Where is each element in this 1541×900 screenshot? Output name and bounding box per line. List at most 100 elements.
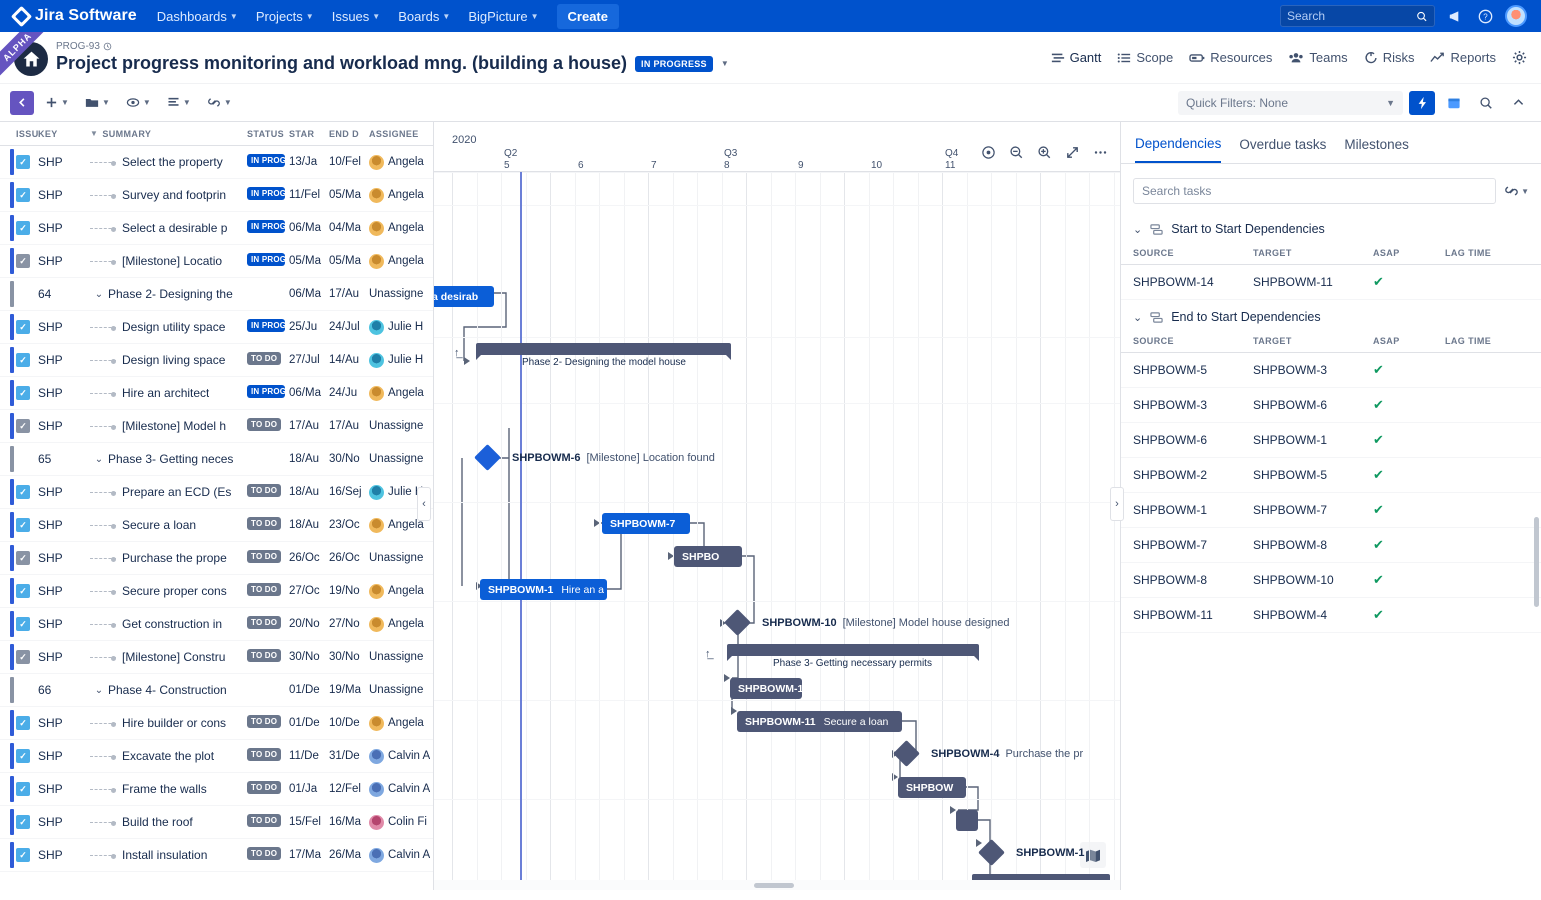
row-end-date[interactable]: 31/De bbox=[329, 750, 369, 762]
table-row[interactable]: ✓ SHP Purchase the prope TO DO 26/Oc 26/Oc Una… bbox=[0, 542, 433, 575]
row-summary-cell[interactable]: Survey and footprin bbox=[90, 188, 247, 202]
row-key[interactable]: SHP bbox=[38, 386, 90, 400]
row-assignee[interactable]: Angela bbox=[369, 154, 433, 170]
expand-dependencies-handle[interactable]: › bbox=[1110, 487, 1124, 521]
row-start-date[interactable]: 06/Ma bbox=[289, 387, 329, 399]
row-end-date[interactable]: 23/Oc bbox=[329, 519, 369, 531]
row-key[interactable]: SHP bbox=[38, 221, 90, 235]
row-summary-cell[interactable]: Hire builder or cons bbox=[90, 716, 247, 730]
row-assignee[interactable]: Angela bbox=[369, 583, 433, 599]
tab-resources[interactable]: Resources bbox=[1189, 50, 1272, 65]
dependency-row[interactable]: SHPBOWM-1 SHPBOWM-7 ✔ bbox=[1121, 492, 1541, 528]
row-status-cell[interactable]: TO DO bbox=[247, 847, 289, 863]
row-start-date[interactable]: 27/Oc bbox=[289, 585, 329, 597]
dependency-col-source[interactable]: SOURCE bbox=[1121, 330, 1241, 353]
table-row[interactable]: ✓ SHP Install insulation TO DO 17/Ma 26/Ma Cal… bbox=[0, 839, 433, 872]
table-row[interactable]: ✓ SHP [Milestone] Constru TO DO 30/No 30/No Un… bbox=[0, 641, 433, 674]
row-start-date[interactable]: 30/No bbox=[289, 651, 329, 663]
row-status-cell[interactable]: IN PROG bbox=[247, 187, 289, 203]
table-row[interactable]: ✓ SHP Survey and footprin IN PROG 11/Fel 05/M… bbox=[0, 179, 433, 212]
chevron-down-icon[interactable]: ⌄ bbox=[1133, 223, 1142, 236]
row-key[interactable]: SHP bbox=[38, 188, 90, 202]
dependency-asap[interactable]: ✔ bbox=[1361, 562, 1433, 598]
links-menu[interactable]: ▼ bbox=[202, 91, 237, 115]
row-key[interactable]: 66 bbox=[38, 683, 90, 697]
row-status-cell[interactable]: TO DO bbox=[247, 748, 289, 764]
dependency-col-source[interactable]: SOURCE bbox=[1121, 242, 1241, 265]
row-status-cell[interactable]: TO DO bbox=[247, 781, 289, 797]
row-assignee[interactable]: Calvin A bbox=[369, 781, 433, 797]
view-menu[interactable]: ▼ bbox=[121, 91, 156, 115]
dependency-lag-time[interactable] bbox=[1433, 597, 1541, 633]
row-end-date[interactable]: 26/Ma bbox=[329, 849, 369, 861]
row-assignee[interactable]: Calvin A bbox=[369, 847, 433, 863]
row-summary-cell[interactable]: Hire an architect bbox=[90, 386, 247, 400]
table-row[interactable]: ✓ SHP Select a desirable p IN PROG 06/Ma 04/M… bbox=[0, 212, 433, 245]
gantt-search-button[interactable] bbox=[1473, 91, 1499, 115]
table-row[interactable]: ✓ SHP [Milestone] Locatio IN PROG 05/Ma 05/Ma… bbox=[0, 245, 433, 278]
nav-item-projects[interactable]: Projects ▼ bbox=[248, 3, 322, 30]
col-start-date[interactable]: STAR bbox=[289, 129, 329, 139]
gantt-chart-body[interactable]: a desirab Phase 2- Designing the model ho… bbox=[434, 172, 1120, 890]
table-row[interactable]: ✓ SHP Hire an architect IN PROG 06/Ma 24/Ju An… bbox=[0, 377, 433, 410]
dependency-target[interactable]: SHPBOWM-7 bbox=[1241, 492, 1361, 528]
row-assignee[interactable]: Angela bbox=[369, 385, 433, 401]
gantt-milestone-diamond[interactable] bbox=[978, 839, 1005, 866]
row-assignee[interactable]: Julie H bbox=[369, 352, 433, 368]
tab-gantt[interactable]: Gantt bbox=[1051, 50, 1101, 65]
collapse-sidebar-button[interactable] bbox=[10, 90, 34, 115]
row-end-date[interactable]: 24/Jul bbox=[329, 321, 369, 333]
table-row[interactable]: ✓ SHP Get construction in TO DO 20/No 27/No An… bbox=[0, 608, 433, 641]
gantt-milestone-diamond[interactable] bbox=[474, 444, 501, 471]
chevron-down-icon[interactable]: ⌄ bbox=[1133, 311, 1142, 324]
table-row[interactable]: ✓ SHP Excavate the plot TO DO 11/De 31/De Calv… bbox=[0, 740, 433, 773]
tab-milestones[interactable]: Milestones bbox=[1344, 137, 1409, 162]
search-input[interactable] bbox=[1287, 9, 1413, 23]
row-start-date[interactable]: 18/Au bbox=[289, 519, 329, 531]
nav-item-issues[interactable]: Issues ▼ bbox=[324, 3, 389, 30]
row-summary-cell[interactable]: Design living space bbox=[90, 353, 247, 367]
row-key[interactable]: SHP bbox=[38, 254, 90, 268]
row-end-date[interactable]: 10/De bbox=[329, 717, 369, 729]
row-summary-cell[interactable]: ⌄ Phase 3- Getting neces bbox=[90, 452, 247, 466]
row-assignee[interactable]: Angela bbox=[369, 715, 433, 731]
row-status-cell[interactable]: TO DO bbox=[247, 352, 289, 368]
dependency-row[interactable]: SHPBOWM-14 SHPBOWM-11 ✔ bbox=[1121, 264, 1541, 300]
dependency-source[interactable]: SHPBOWM-2 bbox=[1121, 457, 1241, 493]
dependency-col-lag-time[interactable]: LAG TIME bbox=[1433, 330, 1541, 353]
row-summary-cell[interactable]: Secure proper cons bbox=[90, 584, 247, 598]
row-start-date[interactable]: 17/Au bbox=[289, 420, 329, 432]
dependency-source[interactable]: SHPBOWM-6 bbox=[1121, 422, 1241, 458]
row-assignee[interactable]: Unassigne bbox=[369, 453, 433, 465]
nav-item-boards[interactable]: Boards ▼ bbox=[390, 3, 458, 30]
dependencies-search-input[interactable] bbox=[1133, 178, 1497, 204]
row-key[interactable]: 64 bbox=[38, 287, 90, 301]
fit-to-screen-button[interactable] bbox=[1062, 142, 1082, 162]
auto-schedule-button[interactable] bbox=[1409, 90, 1435, 115]
gantt-task-bar[interactable]: SHPBOWM-7 bbox=[602, 513, 690, 534]
row-summary-cell[interactable]: Excavate the plot bbox=[90, 749, 247, 763]
row-key[interactable]: SHP bbox=[38, 584, 90, 598]
gantt-summary-bar[interactable] bbox=[727, 644, 979, 661]
row-assignee[interactable]: Julie H bbox=[369, 319, 433, 335]
row-status-cell[interactable]: TO DO bbox=[247, 517, 289, 533]
row-start-date[interactable]: 26/Oc bbox=[289, 552, 329, 564]
row-start-date[interactable]: 11/Fel bbox=[289, 189, 329, 201]
row-summary-cell[interactable]: Install insulation bbox=[90, 848, 247, 862]
dependency-col-target[interactable]: TARGET bbox=[1241, 330, 1361, 353]
row-status-cell[interactable]: IN PROG bbox=[247, 220, 289, 236]
row-start-date[interactable]: 15/Fel bbox=[289, 816, 329, 828]
row-summary-cell[interactable]: Select the property bbox=[90, 155, 247, 169]
scroll-to-today-button[interactable] bbox=[978, 142, 998, 162]
nav-item-dashboards[interactable]: Dashboards ▼ bbox=[149, 3, 246, 30]
row-summary-cell[interactable]: Frame the walls bbox=[90, 782, 247, 796]
table-row[interactable]: ✓ SHP Design living space TO DO 27/Jul 14/Au J… bbox=[0, 344, 433, 377]
table-row[interactable]: ✓ SHP Hire builder or cons TO DO 01/De 10/De A… bbox=[0, 707, 433, 740]
row-key[interactable]: SHP bbox=[38, 485, 90, 499]
row-status-cell[interactable]: TO DO bbox=[247, 418, 289, 434]
dependency-source[interactable]: SHPBOWM-11 bbox=[1121, 597, 1241, 633]
row-start-date[interactable]: 01/De bbox=[289, 717, 329, 729]
row-start-date[interactable]: 01/Ja bbox=[289, 783, 329, 795]
table-row[interactable]: 66 ⌄ Phase 4- Construction 01/De 19/Ma Unassi… bbox=[0, 674, 433, 707]
row-end-date[interactable]: 19/No bbox=[329, 585, 369, 597]
